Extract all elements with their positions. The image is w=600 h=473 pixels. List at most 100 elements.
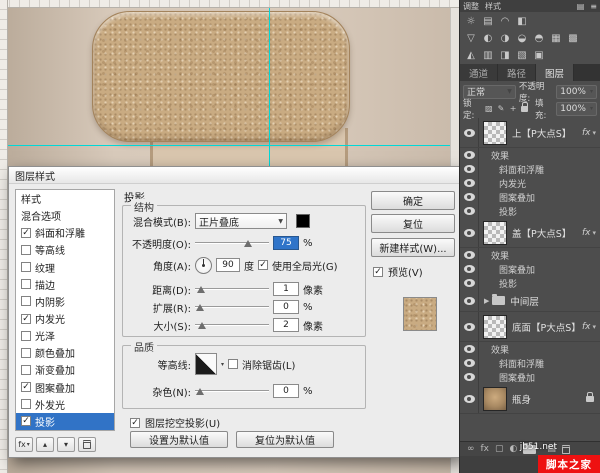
effects-header-row[interactable]: 效果: [460, 148, 600, 162]
brightness-contrast-icon[interactable]: ☼: [463, 14, 479, 29]
posterize-icon[interactable]: ▥: [480, 48, 496, 63]
style-checkbox[interactable]: [21, 262, 31, 272]
knockout-checkbox[interactable]: ✓: [130, 418, 140, 428]
layer-thumbnail[interactable]: [483, 387, 507, 411]
style-checkbox[interactable]: ✓: [21, 416, 31, 426]
distance-value[interactable]: 1: [273, 282, 299, 296]
photo-filter-icon[interactable]: ◓: [531, 31, 547, 46]
effect-row[interactable]: 斜面和浮雕: [460, 356, 600, 370]
color-lookup-icon[interactable]: ▩: [565, 31, 581, 46]
link-layers-icon[interactable]: ∞: [467, 444, 475, 454]
threshold-icon[interactable]: ◨: [497, 48, 513, 63]
style-checkbox[interactable]: [21, 365, 31, 375]
dialog-titlebar[interactable]: 图层样式: [9, 167, 459, 184]
layer-opacity-value[interactable]: 100% ▾: [556, 85, 597, 99]
style-checkbox[interactable]: [21, 399, 31, 409]
style-checkbox[interactable]: [21, 279, 31, 289]
styles-list-item-contour[interactable]: 等高线: [16, 241, 114, 258]
effect-row[interactable]: 图案叠加: [460, 370, 600, 384]
effects-header-row[interactable]: 效果: [460, 248, 600, 262]
visibility-toggle[interactable]: [460, 248, 479, 262]
visibility-toggle[interactable]: [460, 356, 479, 370]
style-checkbox[interactable]: [21, 331, 31, 341]
black-white-icon[interactable]: ◒: [514, 31, 530, 46]
contour-picker[interactable]: [195, 353, 217, 375]
visibility-toggle[interactable]: [460, 276, 479, 290]
tab-layers[interactable]: 图层: [536, 64, 574, 81]
fx-collapse-icon[interactable]: ▾: [592, 129, 596, 137]
exposure-icon[interactable]: ◧: [514, 14, 530, 29]
visibility-toggle[interactable]: [460, 118, 479, 147]
visibility-toggle[interactable]: [460, 312, 479, 341]
styles-list-item-texture[interactable]: 纹理: [16, 259, 114, 276]
visibility-toggle[interactable]: [460, 262, 479, 276]
levels-icon[interactable]: ▤: [480, 14, 496, 29]
spread-value[interactable]: 0: [273, 300, 299, 314]
styles-list-item-satin[interactable]: 光泽: [16, 327, 114, 344]
tab-paths[interactable]: 路径: [498, 64, 536, 81]
fx-collapse-icon[interactable]: ▾: [592, 323, 596, 331]
new-style-button[interactable]: 新建样式(W)...: [371, 238, 455, 257]
effect-row[interactable]: 图案叠加: [460, 190, 600, 204]
ok-button[interactable]: 确定: [371, 191, 455, 210]
visibility-toggle[interactable]: [460, 148, 479, 162]
global-light-checkbox[interactable]: ✓: [258, 260, 268, 270]
layer-thumbnail[interactable]: [483, 315, 507, 339]
visibility-toggle[interactable]: [460, 190, 479, 204]
styles-list-item-pattern-overlay[interactable]: ✓ 图案叠加: [16, 379, 114, 396]
move-effect-up-button[interactable]: ▴: [36, 437, 54, 452]
styles-list-item-inner-glow[interactable]: ✓ 内发光: [16, 310, 114, 327]
visibility-toggle[interactable]: [460, 384, 479, 413]
styles-list-item-blending-options[interactable]: 混合选项: [16, 207, 114, 224]
spread-slider[interactable]: [195, 301, 269, 313]
shadow-color-swatch[interactable]: [296, 214, 310, 228]
styles-list-item-color-overlay[interactable]: 颜色叠加: [16, 344, 114, 361]
vibrance-icon[interactable]: ▽: [463, 31, 479, 46]
set-default-button[interactable]: 设置为默认值: [130, 431, 228, 448]
effect-row[interactable]: 内发光: [460, 176, 600, 190]
move-effect-down-button[interactable]: ▾: [57, 437, 75, 452]
antialias-checkbox[interactable]: [228, 359, 238, 369]
style-checkbox[interactable]: ✓: [21, 314, 31, 324]
lock-all-icon[interactable]: [521, 106, 528, 112]
opacity-value[interactable]: 75: [273, 236, 299, 250]
fx-collapse-icon[interactable]: ▾: [592, 229, 596, 237]
layer-effects-icon[interactable]: fx: [481, 444, 490, 454]
effect-row[interactable]: 斜面和浮雕: [460, 162, 600, 176]
angle-dial[interactable]: [195, 257, 212, 274]
visibility-toggle[interactable]: [460, 342, 479, 356]
styles-list-item-styles[interactable]: 样式: [16, 190, 114, 207]
styles-list-item-bevel-emboss[interactable]: ✓ 斜面和浮雕: [16, 224, 114, 241]
opacity-slider[interactable]: [195, 237, 269, 249]
size-value[interactable]: 2: [273, 318, 299, 332]
tab-styles[interactable]: 样式: [485, 1, 501, 12]
style-checkbox[interactable]: [21, 296, 31, 306]
layer-mask-icon[interactable]: ▢: [495, 444, 504, 454]
distance-slider[interactable]: [195, 283, 269, 295]
styles-list-item-stroke[interactable]: 描边: [16, 276, 114, 293]
adjustment-layer-icon[interactable]: ◐: [510, 444, 518, 454]
preview-checkbox[interactable]: ✓: [373, 267, 383, 277]
size-slider[interactable]: [195, 319, 269, 331]
curves-icon[interactable]: ◠: [497, 14, 513, 29]
invert-icon[interactable]: ◭: [463, 48, 479, 63]
noise-slider[interactable]: [195, 385, 269, 397]
gradient-map-icon[interactable]: ▧: [514, 48, 530, 63]
lock-position-icon[interactable]: +: [509, 104, 518, 113]
panel-menu-icon[interactable]: ≡: [590, 2, 597, 11]
panel-list-icon[interactable]: ▤: [577, 2, 585, 11]
visibility-toggle[interactable]: [460, 218, 479, 247]
hue-saturation-icon[interactable]: ◐: [480, 31, 496, 46]
lock-image-pixels-icon[interactable]: ✎: [496, 104, 505, 113]
layer-row[interactable]: 上【P大点S】 fx ▾: [460, 118, 600, 148]
layer-fill-value[interactable]: 100% ▾: [556, 102, 597, 116]
effects-header-row[interactable]: 效果: [460, 342, 600, 356]
reset-button[interactable]: 复位: [371, 214, 455, 233]
add-effect-button[interactable]: fx ▾: [15, 437, 33, 452]
lock-transparent-pixels-icon[interactable]: ▨: [484, 104, 493, 113]
delete-effect-button[interactable]: [78, 437, 96, 452]
layer-row[interactable]: 盖【P大点S】 fx ▾: [460, 218, 600, 248]
channel-mixer-icon[interactable]: ▦: [548, 31, 564, 46]
visibility-toggle[interactable]: [460, 370, 479, 384]
visibility-toggle[interactable]: [460, 290, 479, 311]
